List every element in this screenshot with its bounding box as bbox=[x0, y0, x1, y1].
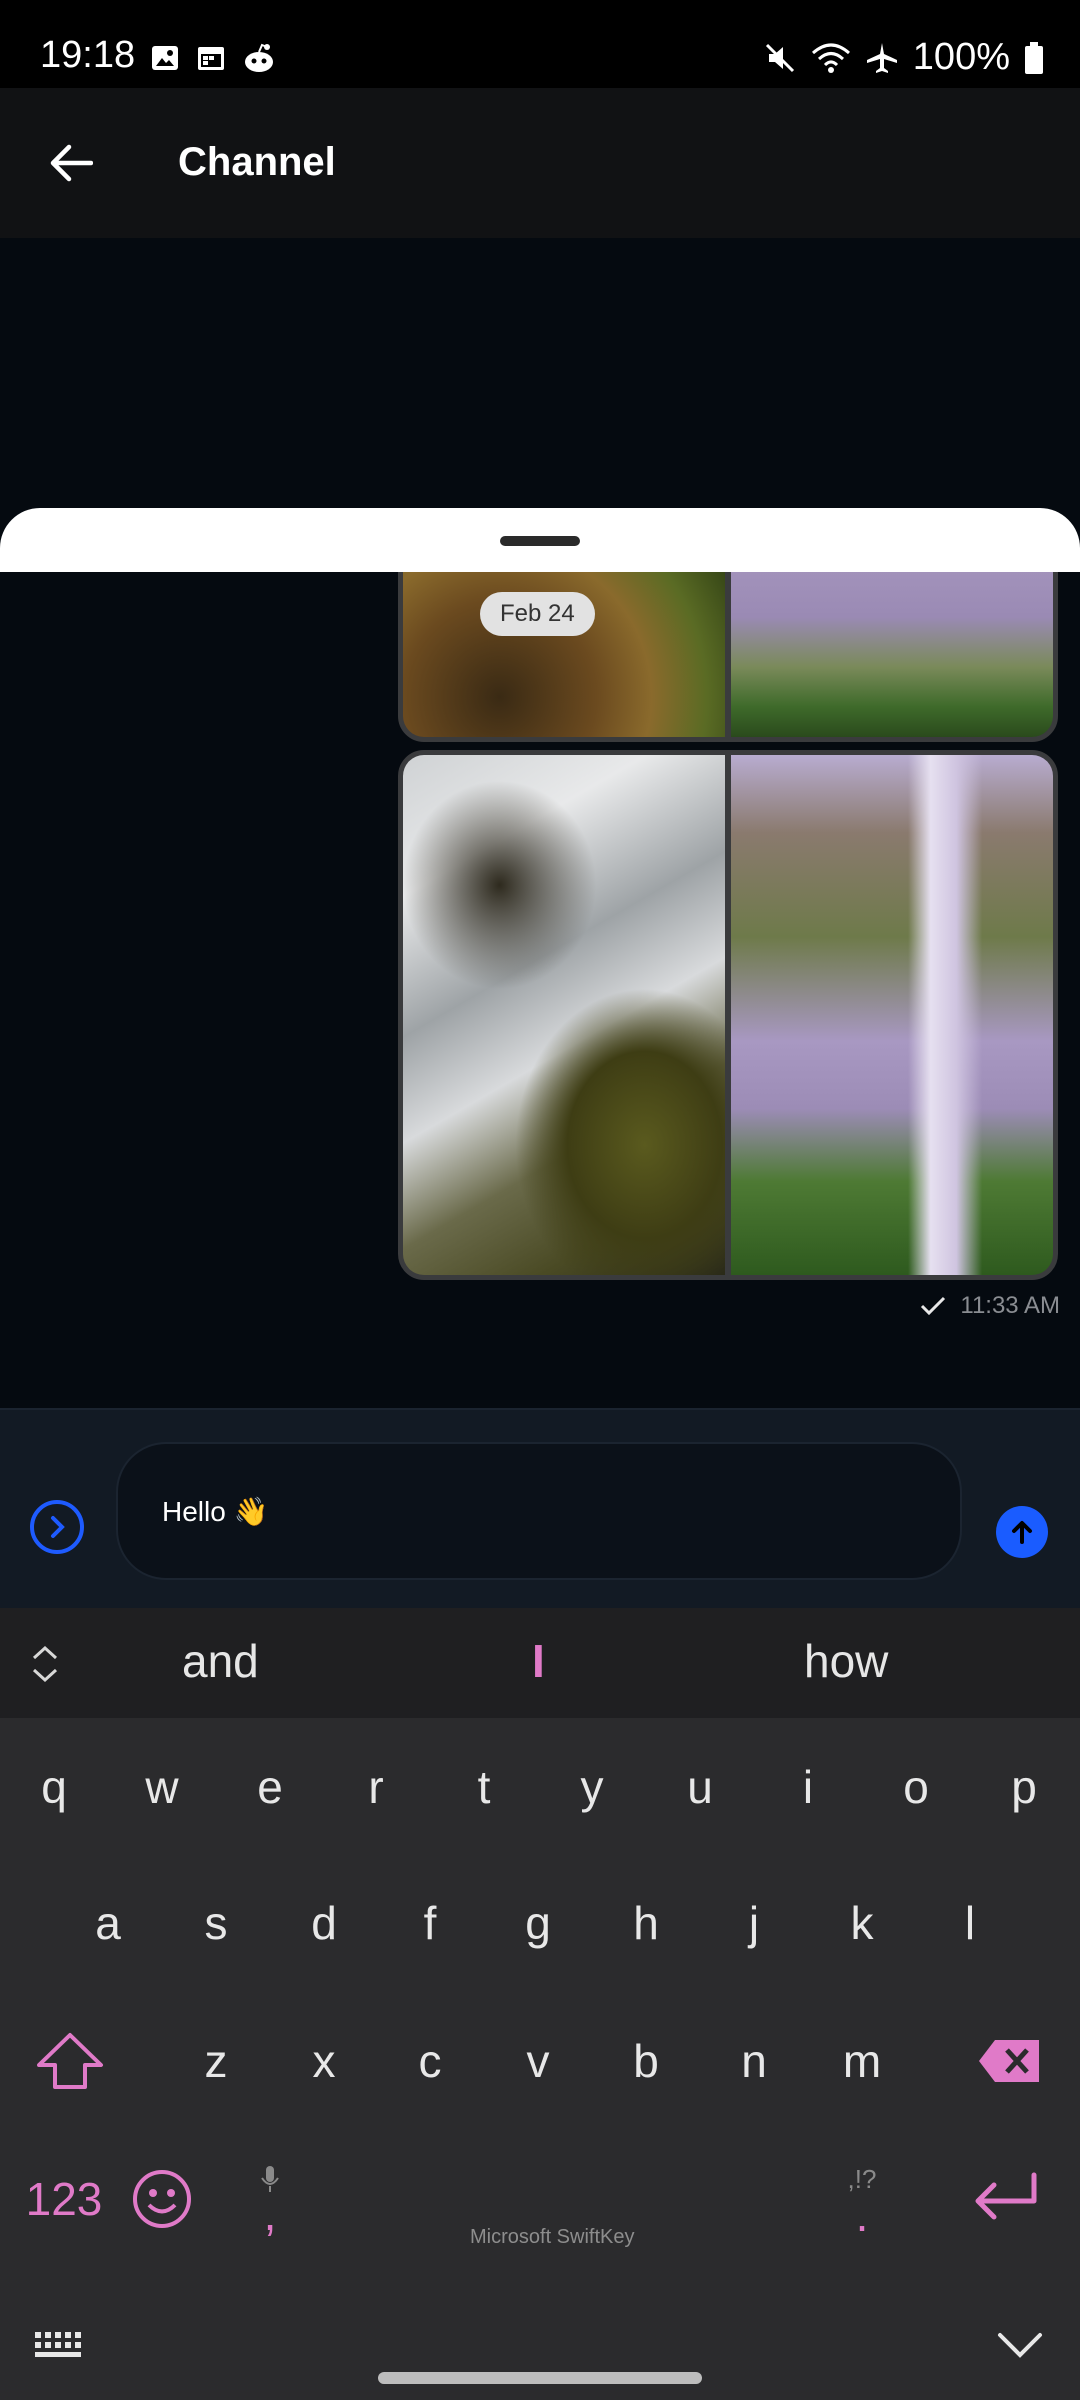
key-r[interactable]: r bbox=[326, 1732, 426, 1842]
message-composer: Hello 👋 bbox=[0, 1408, 1080, 1608]
emoji-icon bbox=[133, 2170, 191, 2228]
image-attachment[interactable] bbox=[731, 755, 1053, 1275]
key-s[interactable]: s bbox=[166, 1868, 266, 1978]
key-f[interactable]: f bbox=[380, 1868, 480, 1978]
key-a[interactable]: a bbox=[58, 1868, 158, 1978]
arrow-up-icon bbox=[1012, 1521, 1032, 1544]
key-y[interactable]: y bbox=[542, 1732, 642, 1842]
arrow-left-icon bbox=[50, 144, 93, 182]
key-i[interactable]: i bbox=[758, 1732, 858, 1842]
key-c[interactable]: c bbox=[380, 2006, 480, 2116]
key-w[interactable]: w bbox=[112, 1732, 212, 1842]
backspace-icon bbox=[979, 2040, 1039, 2082]
comma-key[interactable]: , bbox=[220, 2144, 320, 2254]
shift-key[interactable] bbox=[20, 2006, 120, 2116]
page-title: Channel bbox=[178, 140, 336, 184]
suggestion-bar: and I how bbox=[0, 1608, 1080, 1718]
status-bar: 19:18 100% bbox=[0, 0, 1080, 88]
message-list[interactable]: Feb 24 11:33 AM bbox=[0, 572, 1080, 1408]
status-notification-icons bbox=[150, 42, 276, 74]
back-button[interactable] bbox=[36, 128, 106, 198]
battery-icon bbox=[1025, 41, 1043, 74]
drag-handle[interactable] bbox=[500, 536, 580, 546]
image-message[interactable] bbox=[398, 750, 1058, 1280]
period-key[interactable]: ,!? . bbox=[812, 2144, 912, 2254]
key-j[interactable]: j bbox=[704, 1868, 804, 1978]
chevron-down-icon bbox=[998, 2333, 1042, 2358]
key-h[interactable]: h bbox=[596, 1868, 696, 1978]
keyboard-brand: Microsoft SwiftKey bbox=[470, 2226, 635, 2248]
status-system-icons: 100% bbox=[763, 36, 1044, 79]
key-v[interactable]: v bbox=[488, 2006, 588, 2116]
send-button[interactable] bbox=[996, 1506, 1048, 1558]
key-o[interactable]: o bbox=[866, 1732, 966, 1842]
gallery-icon bbox=[152, 46, 178, 70]
key-x[interactable]: x bbox=[274, 2006, 374, 2116]
airplane-icon bbox=[866, 42, 897, 73]
expand-button[interactable] bbox=[30, 1500, 84, 1554]
key-l[interactable]: l bbox=[920, 1868, 1020, 1978]
reddit-icon bbox=[245, 43, 273, 72]
numbers-key[interactable]: 123 bbox=[4, 2144, 124, 2254]
suggestion-3[interactable]: how bbox=[804, 1634, 888, 1688]
keyboard: and I how q w e r t y u i o p a s d f g … bbox=[0, 1608, 1080, 2400]
wifi-icon bbox=[811, 43, 850, 73]
key-g[interactable]: g bbox=[488, 1868, 588, 1978]
bottom-sheet-header[interactable] bbox=[0, 508, 1080, 572]
key-b[interactable]: b bbox=[596, 2006, 696, 2116]
key-q[interactable]: q bbox=[4, 1732, 104, 1842]
key-n[interactable]: n bbox=[704, 2006, 804, 2116]
key-z[interactable]: z bbox=[166, 2006, 266, 2116]
key-e[interactable]: e bbox=[220, 1732, 320, 1842]
keyboard-icon bbox=[35, 2332, 81, 2357]
enter-icon bbox=[975, 2172, 1037, 2220]
calendar-icon bbox=[198, 47, 224, 70]
message-time-text: 11:33 AM bbox=[960, 1292, 1060, 1319]
expand-toolbar-icon[interactable] bbox=[28, 1644, 62, 1684]
gesture-nav-bar[interactable] bbox=[378, 2372, 702, 2384]
comma-label: , bbox=[263, 2188, 277, 2240]
image-attachment[interactable] bbox=[403, 755, 725, 1275]
status-time: 19:18 bbox=[40, 34, 136, 76]
key-m[interactable]: m bbox=[812, 2006, 912, 2116]
shift-icon bbox=[37, 2033, 103, 2089]
keyboard-switch-key[interactable] bbox=[10, 2290, 110, 2400]
backspace-key[interactable] bbox=[960, 2006, 1060, 2116]
key-u[interactable]: u bbox=[650, 1732, 750, 1842]
hide-keyboard-key[interactable] bbox=[970, 2290, 1070, 2400]
enter-key[interactable] bbox=[950, 2144, 1060, 2254]
mute-icon bbox=[765, 43, 794, 72]
battery-percentage: 100% bbox=[912, 36, 1010, 78]
app-bar: Channel bbox=[0, 88, 1080, 238]
message-input[interactable]: Hello 👋 bbox=[116, 1442, 962, 1580]
emoji-key[interactable] bbox=[112, 2144, 212, 2254]
key-t[interactable]: t bbox=[434, 1732, 534, 1842]
check-icon bbox=[921, 1296, 946, 1316]
period-label: . bbox=[855, 2188, 869, 2241]
key-d[interactable]: d bbox=[274, 1868, 374, 1978]
date-chip: Feb 24 bbox=[480, 592, 595, 636]
key-p[interactable]: p bbox=[974, 1732, 1074, 1842]
message-timestamp: 11:33 AM bbox=[920, 1292, 1060, 1320]
suggestion-1[interactable]: and bbox=[182, 1634, 259, 1688]
key-k[interactable]: k bbox=[812, 1868, 912, 1978]
image-attachment[interactable] bbox=[731, 572, 1053, 737]
chevron-right-circle-icon bbox=[51, 1516, 65, 1538]
suggestion-2[interactable]: I bbox=[532, 1634, 545, 1688]
